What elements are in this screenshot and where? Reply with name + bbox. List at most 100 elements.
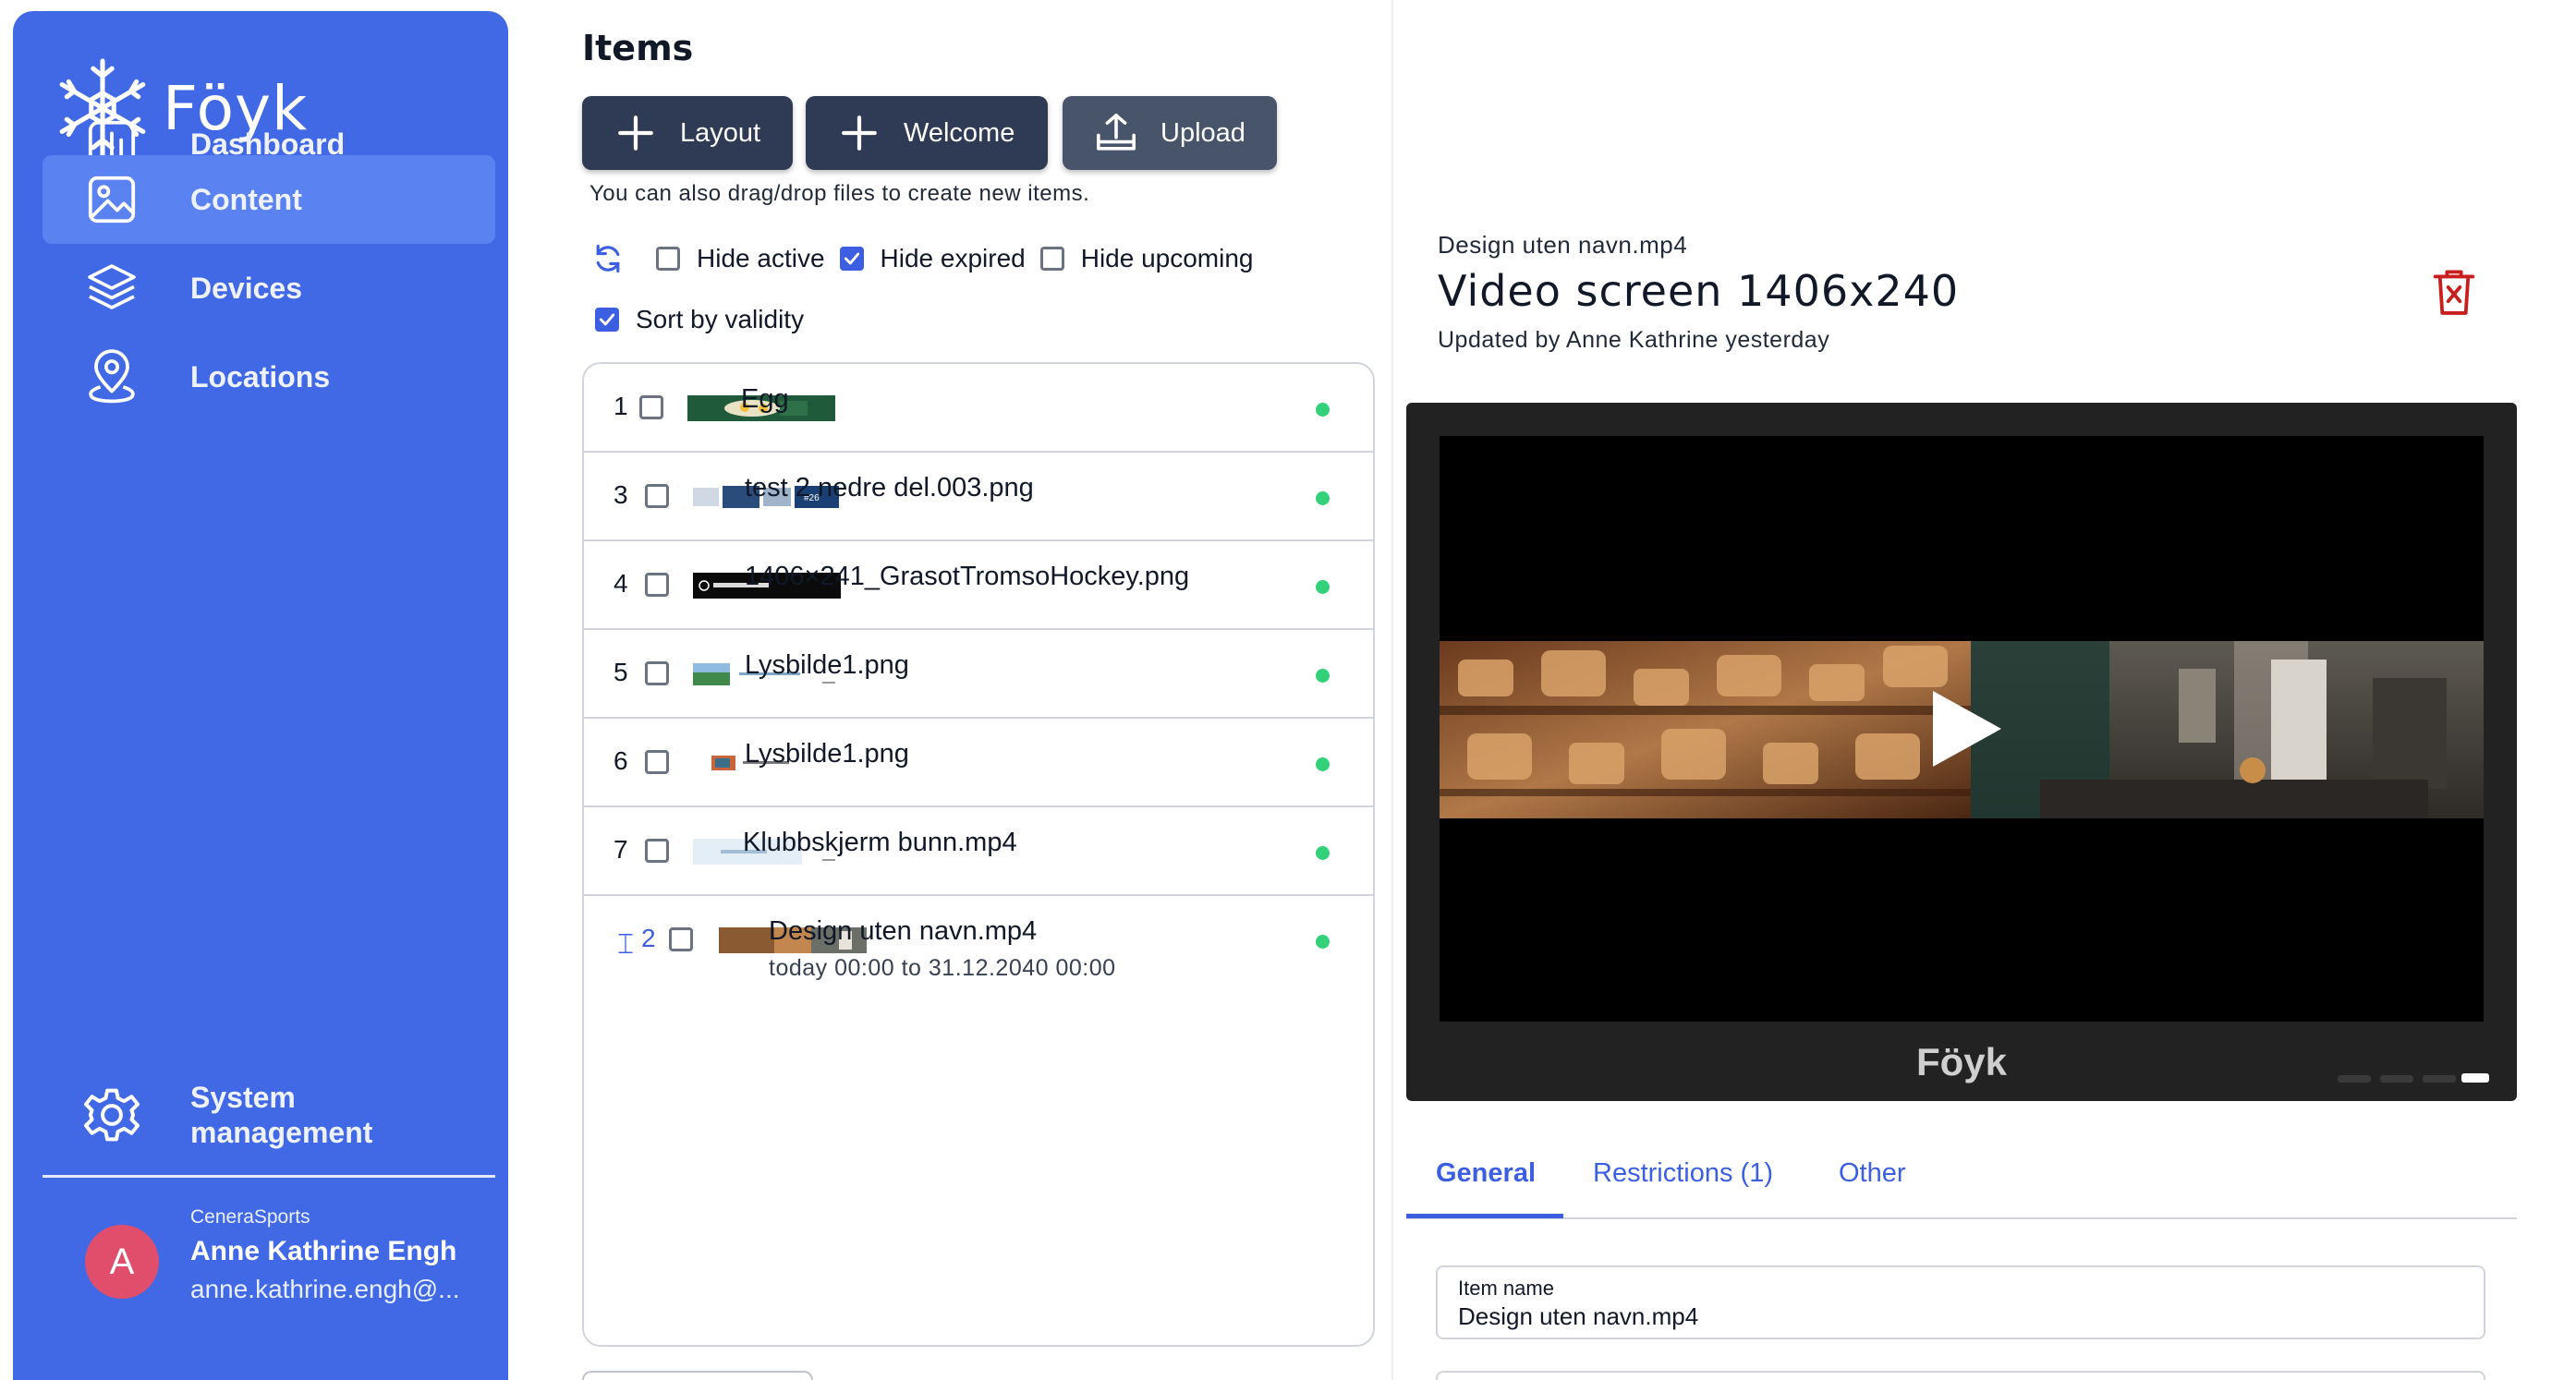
play-icon[interactable] bbox=[1927, 687, 2005, 770]
row-checkbox[interactable] bbox=[645, 573, 669, 597]
drag-handle-icon[interactable]: ⌶ bbox=[617, 929, 634, 961]
sidebar-item-label: Devices bbox=[190, 271, 302, 305]
user-name: Anne Kathrine Engh bbox=[190, 1236, 457, 1266]
hide-expired-checkbox[interactable]: Hide expired bbox=[839, 244, 1026, 273]
column-divider bbox=[1391, 0, 1393, 1380]
detail-tabs: General Restrictions (1) Other bbox=[1406, 1136, 2517, 1219]
add-welcome-button[interactable]: Welcome bbox=[806, 96, 1048, 170]
status-active-indicator bbox=[1316, 846, 1330, 860]
hide-expired-label: Hide expired bbox=[880, 244, 1026, 272]
user-email: anne.kathrine.engh@... bbox=[190, 1275, 460, 1303]
list-item[interactable]: 1 Egg bbox=[584, 364, 1373, 453]
items-title: Items bbox=[582, 28, 694, 68]
status-active-indicator bbox=[1316, 403, 1330, 417]
item-name: Lysbilde1.png bbox=[745, 739, 909, 769]
indicator-light bbox=[2338, 1075, 2371, 1083]
row-checkbox[interactable] bbox=[639, 395, 663, 419]
item-name: Egg bbox=[741, 384, 789, 414]
upload-button[interactable]: Upload bbox=[1063, 96, 1277, 170]
sidebar-item-system-management[interactable]: System management bbox=[43, 1064, 495, 1166]
list-item[interactable]: 7 Klubbskjerm bunn.mp4 bbox=[584, 807, 1373, 896]
indicator-light bbox=[2380, 1075, 2413, 1083]
row-checkbox[interactable] bbox=[669, 927, 693, 951]
hide-active-label: Hide active bbox=[697, 244, 825, 272]
detail-updated: Updated by Anne Kathrine yesterday bbox=[1438, 327, 1830, 353]
list-item[interactable]: ⌶ 2 Design uten navn.mp4 today 00:00 to … bbox=[584, 896, 1373, 998]
list-item[interactable]: 3 #26 test 2 nedre del.003.png bbox=[584, 453, 1373, 541]
add-layout-button[interactable]: Layout bbox=[582, 96, 793, 170]
layout-button-label: Layout bbox=[680, 117, 761, 148]
upload-icon bbox=[1097, 114, 1136, 151]
item-order: 6 bbox=[614, 746, 628, 775]
items-list: 1 Egg 3 #26 test 2 nedre del.003.png 4 1… bbox=[582, 362, 1375, 1347]
item-order: 1 bbox=[614, 392, 628, 420]
row-checkbox[interactable] bbox=[645, 839, 669, 863]
upload-button-label: Upload bbox=[1160, 117, 1245, 148]
row-checkbox[interactable] bbox=[645, 750, 669, 774]
checkbox[interactable] bbox=[1039, 247, 1064, 271]
list-item[interactable]: 4 1406×241_GrasotTromsoHockey.png bbox=[584, 541, 1373, 630]
hide-active-checkbox[interactable]: Hide active bbox=[656, 244, 825, 273]
system-label-line2: management bbox=[190, 1116, 373, 1149]
checkbox-checked[interactable] bbox=[595, 308, 619, 332]
video-preview[interactable] bbox=[1440, 641, 2484, 818]
item-name: Lysbilde1.png bbox=[745, 650, 909, 680]
screen-preview: Föyk bbox=[1406, 403, 2517, 1101]
item-name-field-value: Design uten navn.mp4 bbox=[1458, 1302, 1699, 1330]
tab-other[interactable]: Other bbox=[1839, 1158, 1906, 1189]
filter-bar: Hide active Hide expired Hide upcoming bbox=[591, 242, 1254, 275]
item-name-field-label: Item name bbox=[1458, 1277, 1554, 1300]
indicator-light bbox=[2423, 1075, 2456, 1083]
load-more-button[interactable] bbox=[582, 1371, 813, 1380]
item-name: Klubbskjerm bunn.mp4 bbox=[743, 828, 1017, 857]
plus-icon bbox=[842, 115, 877, 151]
sidebar-item-devices[interactable]: Devices bbox=[43, 244, 495, 333]
drag-drop-hint: You can also drag/drop files to create n… bbox=[589, 181, 1090, 206]
hide-upcoming-checkbox[interactable]: Hide upcoming bbox=[1039, 244, 1254, 273]
image-icon bbox=[81, 169, 142, 230]
refresh-icon[interactable] bbox=[591, 242, 625, 275]
detail-filename: Design uten navn.mp4 bbox=[1438, 231, 1688, 259]
row-checkbox[interactable] bbox=[645, 661, 669, 685]
next-field[interactable] bbox=[1436, 1371, 2485, 1380]
hide-upcoming-label: Hide upcoming bbox=[1080, 244, 1254, 272]
list-item[interactable]: 6 Lysbilde1.png bbox=[584, 719, 1373, 807]
item-name: test 2 nedre del.003.png bbox=[745, 473, 1034, 502]
status-active-indicator bbox=[1316, 669, 1330, 683]
sidebar-item-label: System management bbox=[190, 1080, 372, 1150]
row-checkbox[interactable] bbox=[645, 484, 669, 508]
plus-icon bbox=[618, 115, 653, 151]
tab-restrictions[interactable]: Restrictions (1) bbox=[1593, 1158, 1773, 1189]
delete-icon[interactable] bbox=[2430, 266, 2478, 318]
tab-general[interactable]: General bbox=[1436, 1158, 1536, 1189]
user-profile[interactable]: A CeneraSports Anne Kathrine Engh anne.k… bbox=[43, 1203, 495, 1332]
status-active-indicator bbox=[1316, 580, 1330, 594]
item-order: 4 bbox=[614, 569, 628, 598]
sidebar-item-label: Content bbox=[190, 182, 302, 216]
user-org: CeneraSports bbox=[190, 1206, 310, 1228]
list-item[interactable]: 5 Lysbilde1.png bbox=[584, 630, 1373, 719]
item-name: Design uten navn.mp4 bbox=[769, 916, 1038, 946]
avatar: A bbox=[85, 1225, 159, 1299]
indicator-light-active bbox=[2461, 1073, 2489, 1083]
system-label-line1: System bbox=[190, 1081, 296, 1114]
sidebar-item-content[interactable]: Content bbox=[43, 155, 495, 244]
sort-by-validity-checkbox[interactable]: Sort by validity bbox=[595, 305, 804, 334]
status-active-indicator bbox=[1316, 491, 1330, 505]
sort-by-validity-label: Sort by validity bbox=[636, 305, 805, 333]
status-active-indicator bbox=[1316, 757, 1330, 771]
detail-title: Video screen 1406x240 bbox=[1438, 266, 1960, 316]
gear-icon bbox=[81, 1084, 142, 1145]
screen-display bbox=[1440, 436, 2484, 1022]
item-name-field[interactable]: Item name Design uten navn.mp4 bbox=[1436, 1265, 2485, 1339]
item-validity: today 00:00 to 31.12.2040 00:00 bbox=[769, 955, 1116, 981]
checkbox-checked[interactable] bbox=[839, 247, 864, 271]
sidebar-divider bbox=[43, 1175, 495, 1178]
item-order: 3 bbox=[614, 480, 628, 509]
item-order: 2 bbox=[641, 924, 656, 952]
sidebar-item-label: Locations bbox=[190, 359, 331, 393]
item-name: 1406×241_GrasotTromsoHockey.png bbox=[745, 562, 1190, 591]
location-pin-icon bbox=[81, 346, 142, 407]
sidebar-item-locations[interactable]: Locations bbox=[43, 333, 495, 421]
checkbox[interactable] bbox=[656, 247, 680, 271]
